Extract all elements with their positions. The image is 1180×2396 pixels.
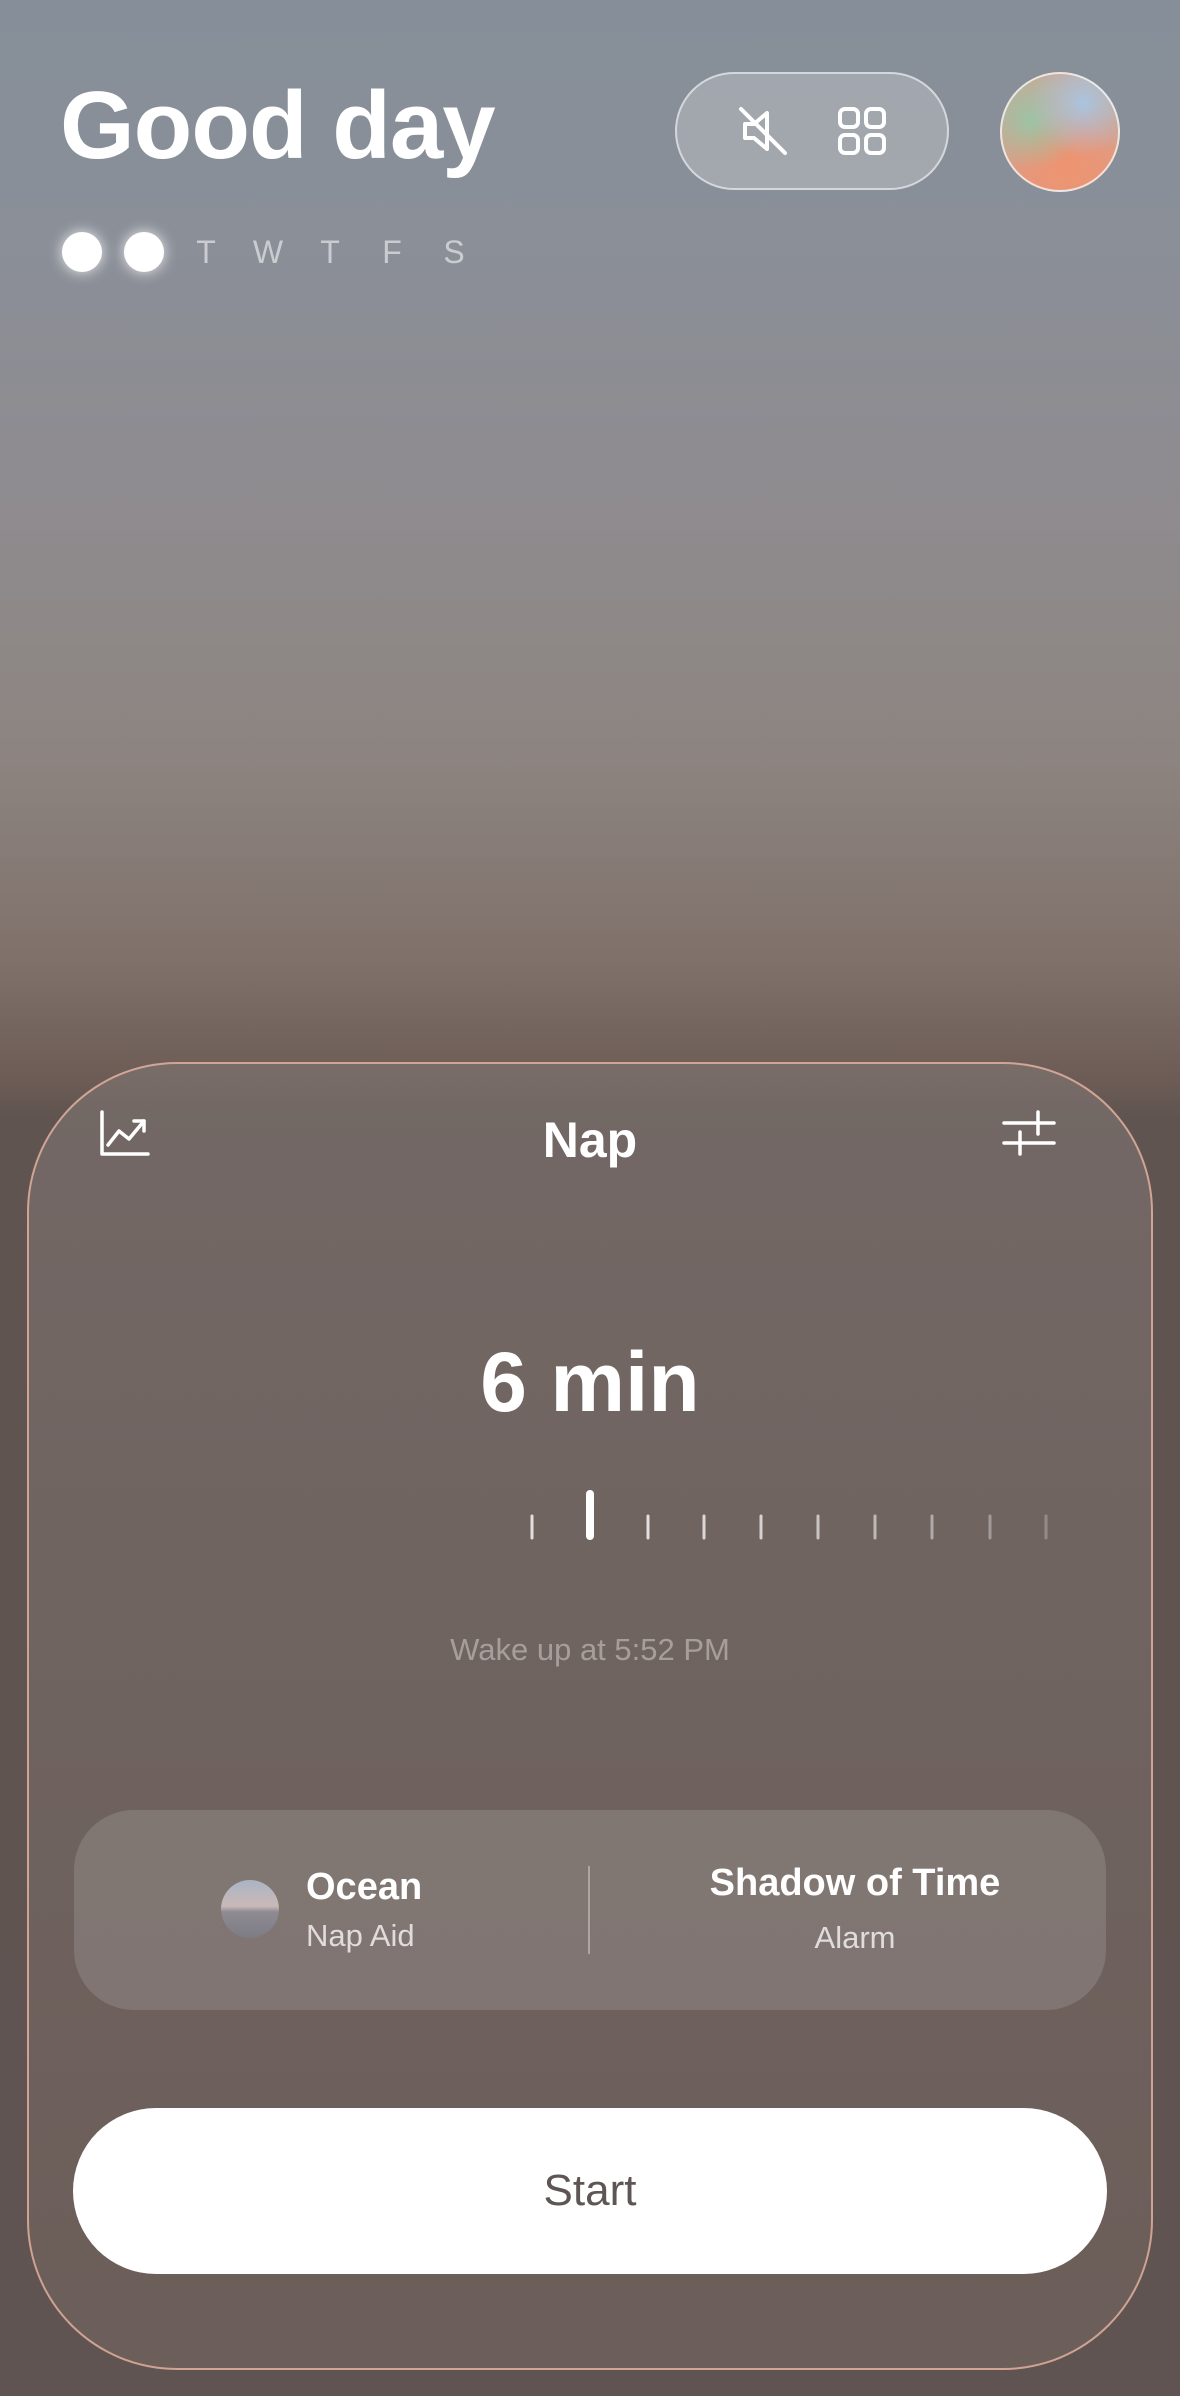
weekday-completed-dot (124, 232, 164, 272)
nap-aid-name[interactable]: Ocean (306, 1866, 422, 1909)
weekday-3[interactable]: T (186, 232, 248, 272)
nap-duration: 6 min (480, 1335, 700, 1429)
weekday-letter: T (196, 233, 216, 270)
panel-divider (588, 1866, 590, 1954)
nap-settings-button[interactable] (999, 1103, 1059, 1163)
weekday-5[interactable]: T (310, 232, 372, 272)
grid-button[interactable] (822, 91, 902, 171)
alarm-label: Alarm (814, 1920, 896, 1955)
speaker-muted-icon (738, 107, 787, 155)
avatar[interactable] (1000, 72, 1120, 192)
weekday-letter: T (320, 233, 340, 270)
nap-aid-thumbnail[interactable] (221, 1880, 279, 1938)
weekday-letter: F (382, 233, 402, 270)
nap-aid-label: Nap Aid (306, 1918, 415, 1953)
weekday-letter: S (443, 233, 465, 270)
weekday-tracker: T W T F S (62, 232, 496, 272)
weekday-letter: W (252, 233, 284, 270)
header-controls (675, 72, 949, 190)
mute-button[interactable] (723, 91, 803, 171)
grid-icon (837, 107, 886, 155)
weekday-completed-dot (62, 232, 102, 272)
start-button[interactable]: Start (73, 2108, 1107, 2274)
weekday-6[interactable]: F (372, 232, 434, 272)
weekday-1[interactable] (62, 232, 124, 272)
sliders-icon (1002, 1110, 1056, 1156)
greeting-title: Good day (60, 72, 496, 179)
alarm-sound-name[interactable]: Shadow of Time (620, 1862, 1090, 1905)
weekday-2[interactable] (124, 232, 186, 272)
wake-up-time: Wake up at 5:52 PM (450, 1632, 730, 1667)
weekday-4[interactable]: W (248, 232, 310, 272)
weekday-7[interactable]: S (434, 232, 496, 272)
duration-ruler[interactable] (0, 1480, 1180, 1540)
